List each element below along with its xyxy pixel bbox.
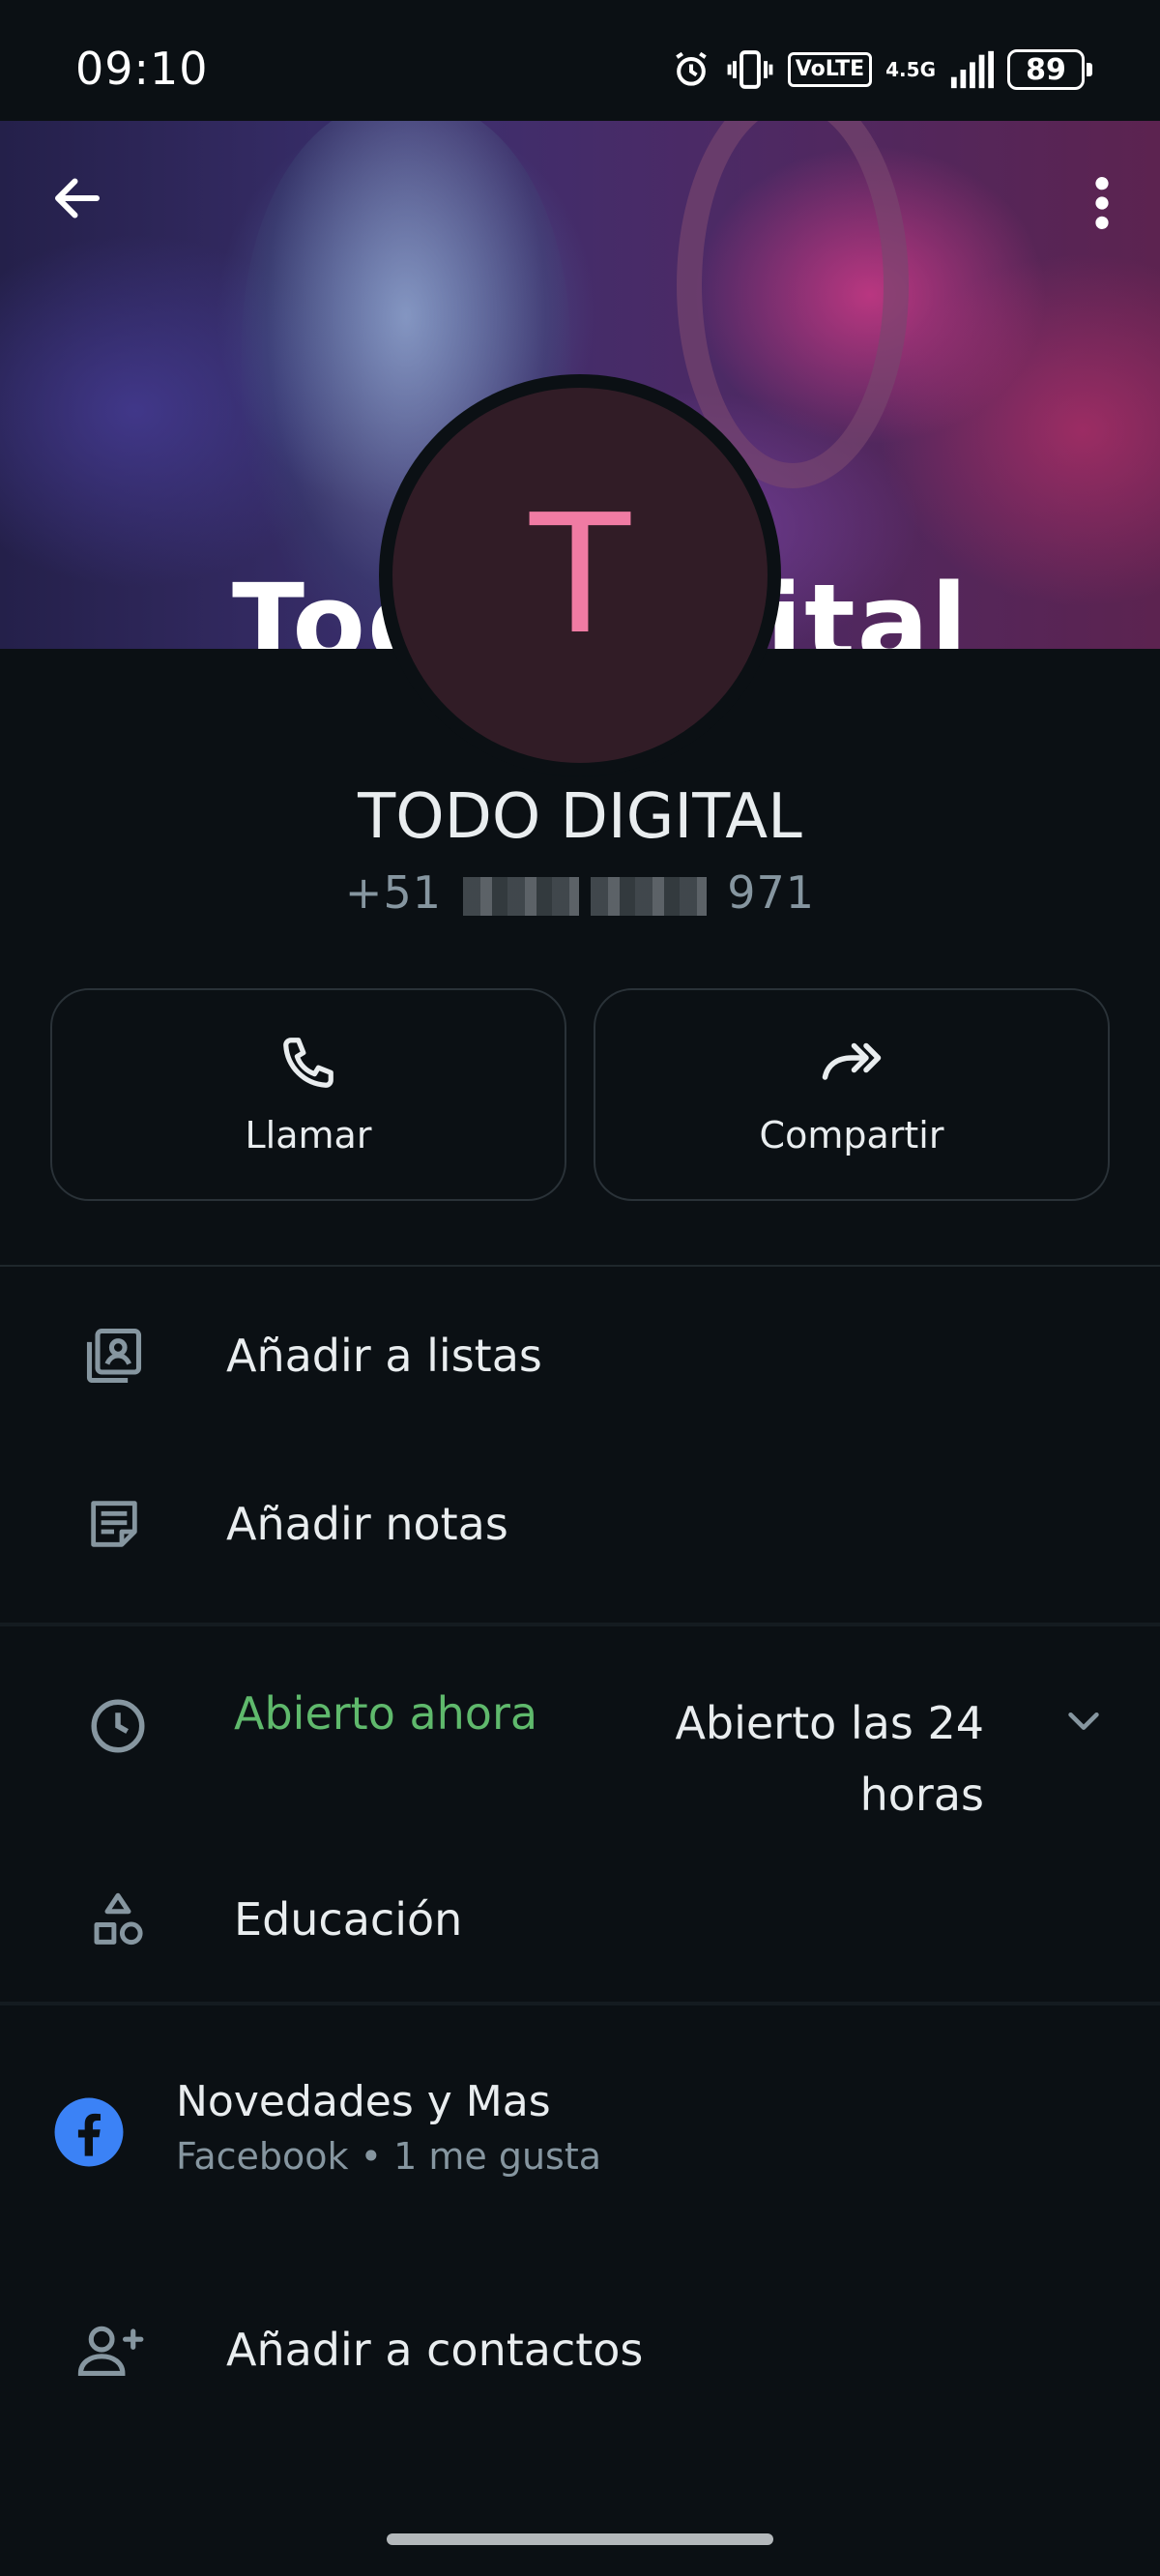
call-label: Llamar [245,1114,372,1156]
network-type: 4.5G [885,58,936,81]
volte-badge: VoLTE [787,52,873,87]
hours-row[interactable] [0,1683,1160,1770]
phone-redacted [462,876,579,916]
add-to-contacts-row[interactable]: Añadir a contactos [0,2301,1160,2398]
back-button[interactable] [39,160,116,237]
signal-icon [950,50,994,89]
divider [0,1265,1160,1267]
status-bar: 09:10 VoLTE 4.5G 89 [0,0,1160,121]
share-forward-icon [822,1042,882,1080]
section-separator [0,2002,1160,2005]
contact-list-icon [77,1319,151,1392]
facebook-icon [52,2095,126,2169]
add-notes-label: Añadir notas [226,1498,508,1550]
add-to-lists-row[interactable]: Añadir a listas [0,1307,1160,1404]
phone-prefix: +51 [344,866,442,919]
category-shapes-icon [81,1883,155,1956]
category-row: Educación [0,1876,1160,1963]
facebook-page-name[interactable]: Novedades y Mas [176,2077,551,2126]
note-icon [77,1487,151,1561]
vibrate-icon [727,50,773,89]
more-vertical-icon [1095,177,1109,229]
facebook-subtitle: Facebook • 1 me gusta [176,2135,602,2178]
contact-phone: +51 971 [0,866,1160,919]
phone-suffix: 971 [727,866,816,919]
alarm-icon [675,51,707,86]
home-indicator[interactable] [387,2533,773,2545]
clock-icon [81,1689,155,1763]
add-to-contacts-label: Añadir a contactos [226,2324,644,2376]
add-to-lists-label: Añadir a listas [226,1330,542,1382]
chevron-down-icon[interactable] [1061,1698,1106,1742]
call-button[interactable]: Llamar [50,988,566,1201]
contact-name: TODO DIGITAL [358,781,802,853]
section-separator [0,1623,1160,1626]
category-label: Educación [234,1893,463,1946]
status-icons: VoLTE 4.5G 89 [670,44,1092,95]
avatar-letter: T [530,480,630,671]
more-options-button[interactable] [1073,164,1131,242]
avatar[interactable]: T [379,374,781,776]
share-button[interactable]: Compartir [594,988,1110,1201]
add-notes-row[interactable]: Añadir notas [0,1476,1160,1572]
hours-value: Abierto las 24 horas [675,1697,984,1821]
share-label: Compartir [759,1114,944,1156]
phone-redacted [590,876,707,916]
hours-status: Abierto ahora [234,1687,538,1740]
phone-icon [283,1038,334,1088]
battery-level: 89 [1026,52,1066,87]
status-time: 09:10 [75,43,209,95]
arrow-left-icon [55,178,100,219]
battery-icon: 89 [1007,49,1092,90]
person-add-icon [75,2313,149,2386]
